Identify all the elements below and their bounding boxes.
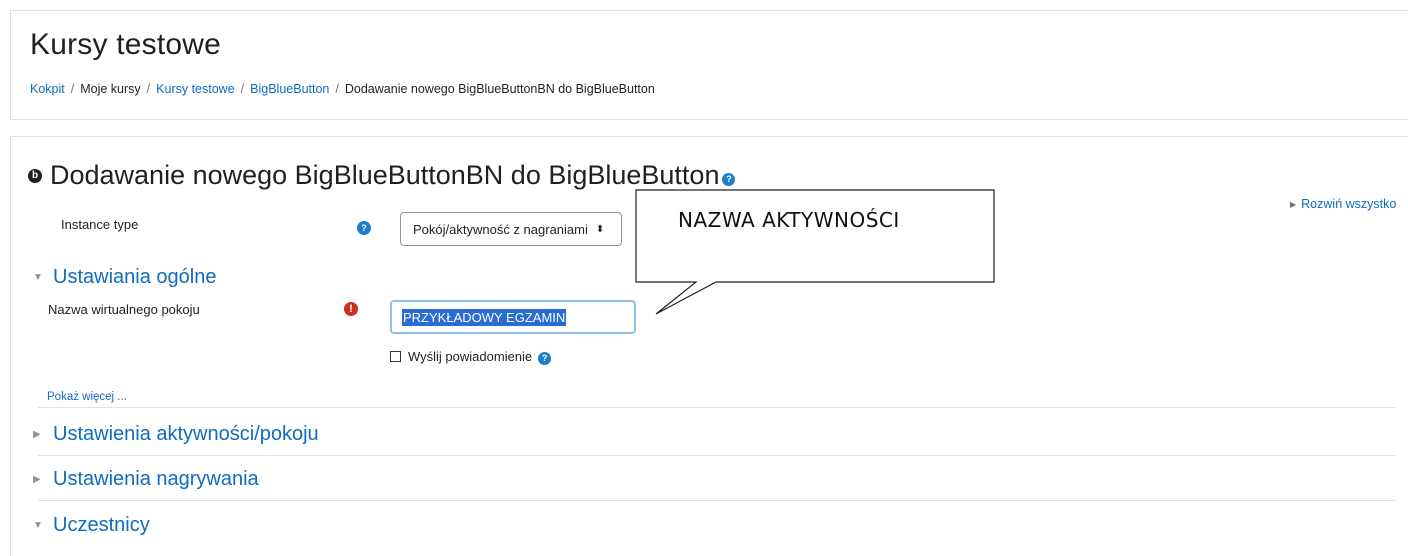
- annotation-callout: [635, 189, 995, 315]
- callout-text: NAZWA AKTYWNOŚCI: [678, 208, 900, 232]
